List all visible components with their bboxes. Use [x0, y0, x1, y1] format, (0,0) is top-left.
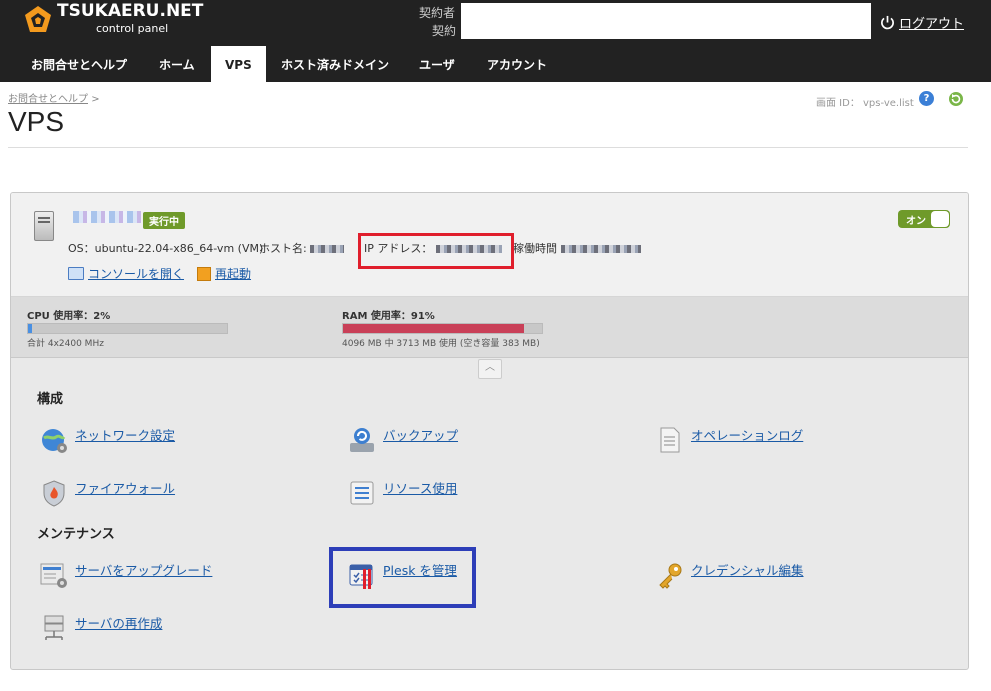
key-icon [659, 563, 682, 589]
uptime-label: 稼働時間 [513, 242, 557, 255]
tab-account[interactable]: アカウント [473, 46, 561, 82]
brand-logo[interactable]: TSUKAERU.NET control panel [23, 1, 203, 42]
top-header: TSUKAERU.NET control panel 契約者 契約 ログアウト [0, 0, 991, 46]
logout-label: ログアウト [899, 17, 965, 32]
ram-usage-fill [343, 324, 525, 333]
resource-usage-link[interactable]: リソース使用 [383, 478, 457, 497]
cpu-usage-bar [27, 323, 228, 334]
tab-help[interactable]: お問合せとヘルプ [17, 46, 141, 82]
upgrade-server-tool[interactable]: サーバをアップグレード [39, 560, 212, 590]
os-info: OS：ubuntu-22.04-x86_64-vm (VM) [68, 242, 264, 255]
firewall-tool[interactable]: ファイアウォール [39, 478, 175, 508]
recreate-server-link[interactable]: サーバの再作成 [75, 613, 162, 632]
plesk-highlight-box [329, 547, 476, 608]
help-icon[interactable]: ? [919, 91, 934, 106]
brand-title: TSUKAERU.NET [57, 1, 204, 21]
ram-usage-bar [342, 323, 543, 334]
brand-logo-icon [25, 6, 51, 32]
open-console-label[interactable]: コンソールを開く [88, 265, 184, 282]
ram-usage-label: RAM 使用率：91% [342, 311, 435, 322]
firewall-shield-icon [43, 480, 65, 507]
resource-list-icon [350, 481, 374, 505]
network-settings-tool[interactable]: ネットワーク設定 [39, 425, 175, 455]
cpu-total: 合計 4x2400 MHz [27, 339, 104, 349]
contract-label: 契約 [432, 24, 457, 38]
recreate-server-tool[interactable]: サーバの再作成 [39, 613, 162, 643]
uptime-redacted [560, 245, 641, 253]
tab-vps[interactable]: VPS [211, 46, 266, 82]
breadcrumb-link-help[interactable]: お問合せとヘルプ [8, 94, 88, 105]
page-title: VPS [8, 106, 65, 137]
status-badge: 実行中 [143, 212, 185, 229]
backup-tool[interactable]: バックアップ [347, 425, 458, 455]
logout-button[interactable]: ログアウト [880, 13, 964, 32]
restart-icon [197, 266, 211, 281]
firewall-link[interactable]: ファイアウォール [75, 478, 175, 497]
cpu-usage-label: CPU 使用率：2% [27, 311, 111, 322]
vps-summary: 実行中 OS：ubuntu-22.04-x86_64-vm (VM) ホスト名:… [11, 193, 968, 297]
power-toggle[interactable]: オン [898, 210, 950, 228]
vps-name-redacted[interactable] [73, 211, 141, 223]
main-nav: お問合せとヘルプ ホーム VPS ホスト済みドメイン ユーザ アカウント [0, 46, 991, 82]
network-settings-link[interactable]: ネットワーク設定 [75, 425, 175, 444]
credential-edit-link[interactable]: クレデンシャル編集 [691, 560, 804, 579]
restart-label[interactable]: 再起動 [215, 265, 251, 282]
operation-log-link[interactable]: オペレーションログ [691, 425, 803, 444]
hostname-info: ホスト名: [259, 240, 345, 256]
server-upgrade-icon [40, 563, 67, 588]
backup-link[interactable]: バックアップ [383, 425, 458, 444]
ip-highlight-box [358, 233, 514, 269]
config-section-title: 構成 [37, 392, 64, 407]
brand-subtitle: control panel [96, 22, 169, 35]
ram-detail: 4096 MB 中 3713 MB 使用 (空き容量 383 MB) [342, 339, 540, 349]
screen-id-value: vps-ve.list [863, 98, 914, 109]
power-toggle-label: オン [906, 216, 926, 227]
resource-usage-tool[interactable]: リソース使用 [347, 478, 457, 508]
operation-log-tool[interactable]: オペレーションログ [655, 425, 803, 455]
uptime-info: 稼働時間 [513, 240, 641, 256]
tab-home[interactable]: ホーム [145, 46, 209, 82]
open-console-link[interactable]: コンソールを開く [68, 265, 184, 282]
monitor-icon [68, 267, 84, 280]
usage-section: CPU 使用率：2% 合計 4x2400 MHz RAM 使用率：91% 409… [11, 297, 968, 358]
server-icon [34, 211, 54, 241]
network-icon [42, 429, 67, 453]
collapse-toggle[interactable]: ︿ [478, 359, 502, 379]
toggle-knob [931, 211, 949, 227]
cpu-usage-fill [28, 324, 32, 333]
document-icon [660, 427, 680, 453]
breadcrumb-separator: > [91, 94, 100, 105]
breadcrumb: お問合せとヘルプ > [8, 90, 100, 105]
hostname-label: ホスト名: [259, 242, 307, 255]
credential-edit-tool[interactable]: クレデンシャル編集 [655, 560, 804, 590]
tab-hosted-domains[interactable]: ホスト済みドメイン [267, 46, 403, 82]
account-holder-label: 契約者 [419, 6, 456, 20]
screen-id: 画面 ID： vps-ve.list [816, 94, 914, 109]
maintenance-section-title: メンテナンス [37, 527, 115, 542]
tab-users[interactable]: ユーザ [405, 46, 469, 82]
upgrade-server-link[interactable]: サーバをアップグレード [75, 560, 212, 579]
power-icon [881, 15, 894, 30]
refresh-icon[interactable] [948, 91, 964, 107]
account-info-box [461, 3, 871, 39]
title-divider [8, 147, 968, 148]
screen-id-label: 画面 ID： [816, 98, 860, 109]
restart-link[interactable]: 再起動 [197, 265, 251, 282]
server-rebuild-icon [44, 615, 64, 640]
hostname-redacted [310, 245, 345, 253]
vps-panel: 実行中 OS：ubuntu-22.04-x86_64-vm (VM) ホスト名:… [10, 192, 969, 670]
backup-icon [350, 428, 374, 452]
